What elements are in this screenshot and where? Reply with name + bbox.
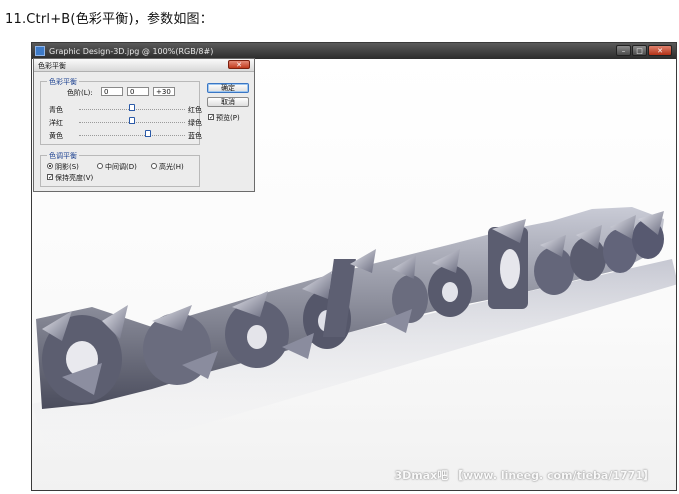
photoshop-icon bbox=[35, 46, 45, 56]
color-balance-group: 色彩平衡 色阶(L): 0 0 +30 青色 红色 洋红 绿色 黄色 蓝色 bbox=[40, 77, 202, 145]
midtones-label: 中间调(D) bbox=[105, 163, 137, 171]
color-balance-legend: 色彩平衡 bbox=[47, 77, 79, 87]
level-input-yellow-blue[interactable]: +30 bbox=[153, 87, 175, 96]
letter-d-hole bbox=[500, 249, 520, 289]
watermark: 3Dmax吧 【www. lineeg. com/tieba/1771】 bbox=[394, 469, 654, 482]
close-button[interactable]: ✕ bbox=[648, 45, 672, 56]
step-caption: 11.Ctrl+B(色彩平衡)，参数如图： bbox=[5, 12, 213, 27]
levels-label: 色阶(L): bbox=[67, 89, 93, 97]
yellow-blue-slider-thumb[interactable] bbox=[144, 130, 151, 137]
color-balance-dialog: 色彩平衡 ✕ 色彩平衡 色阶(L): 0 0 +30 青色 红色 洋红 绿色 黄… bbox=[33, 58, 255, 192]
ok-button[interactable]: 确定 bbox=[207, 83, 249, 93]
dialog-close-button[interactable]: ✕ bbox=[228, 60, 250, 69]
dialog-titlebar[interactable]: 色彩平衡 ✕ bbox=[34, 59, 254, 72]
yellow-blue-slider-track[interactable] bbox=[79, 135, 185, 136]
document-titlebar[interactable]: Graphic Design-3D.jpg @ 100%(RGB/8#) – □… bbox=[32, 43, 676, 59]
tone-balance-legend: 色调平衡 bbox=[47, 151, 79, 161]
letter-a-hole bbox=[247, 325, 267, 349]
shadows-radio[interactable] bbox=[47, 163, 53, 169]
cancel-button[interactable]: 取消 bbox=[207, 97, 249, 107]
level-input-magenta-green[interactable]: 0 bbox=[127, 87, 149, 96]
tone-balance-group: 色调平衡 阴影(S) 中间调(D) 高光(H) ✓ 保持亮度(V) bbox=[40, 151, 200, 187]
slider-left-label: 洋红 bbox=[49, 119, 63, 127]
midtones-radio[interactable] bbox=[97, 163, 103, 169]
preview-checkbox[interactable]: ✓ bbox=[208, 114, 214, 121]
cyan-red-slider-thumb[interactable] bbox=[129, 104, 135, 111]
highlights-radio[interactable] bbox=[151, 163, 157, 169]
slider-left-label: 黄色 bbox=[49, 132, 63, 140]
highlights-label: 高光(H) bbox=[159, 163, 184, 171]
window-controls: – □ ✕ bbox=[616, 45, 672, 56]
document-title: Graphic Design-3D.jpg @ 100%(RGB/8#) bbox=[49, 46, 214, 56]
slider-right-label: 蓝色 bbox=[188, 132, 202, 140]
maximize-button[interactable]: □ bbox=[632, 45, 647, 56]
slider-right-label: 绿色 bbox=[188, 119, 202, 127]
preserve-luminosity-checkbox[interactable]: ✓ bbox=[47, 174, 53, 181]
slider-right-label: 红色 bbox=[188, 106, 202, 114]
slider-left-label: 青色 bbox=[49, 106, 63, 114]
minimize-button[interactable]: – bbox=[616, 45, 631, 56]
letter-e bbox=[534, 247, 574, 295]
preview-label: 预览(P) bbox=[216, 114, 240, 122]
preserve-luminosity-label: 保持亮度(V) bbox=[55, 174, 94, 182]
shadows-label: 阴影(S) bbox=[55, 163, 79, 171]
letter-s bbox=[570, 237, 606, 281]
level-input-cyan-red[interactable]: 0 bbox=[101, 87, 123, 96]
letter-c-hole bbox=[442, 282, 458, 302]
magenta-green-slider-thumb[interactable] bbox=[129, 117, 135, 124]
dialog-title: 色彩平衡 bbox=[38, 62, 66, 70]
